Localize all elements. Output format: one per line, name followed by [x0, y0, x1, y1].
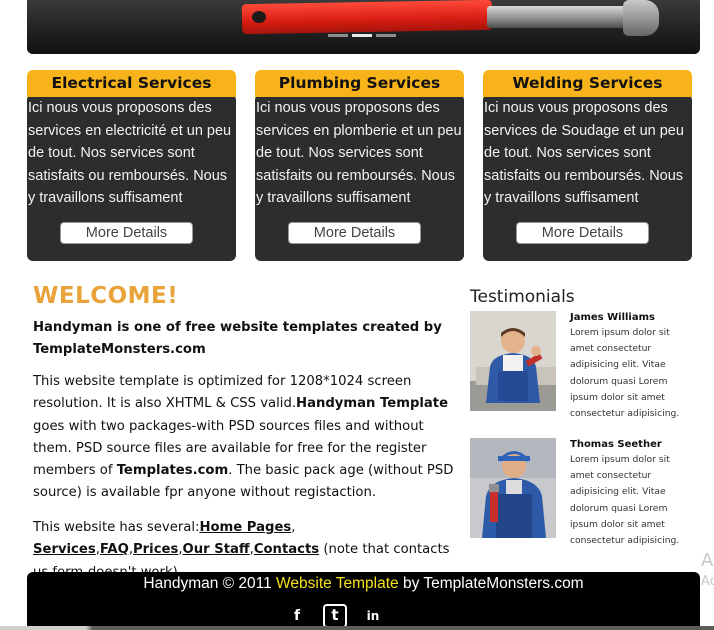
more-details-button[interactable]: More Details — [60, 222, 193, 244]
slider-dot-3[interactable] — [376, 34, 396, 37]
service-title: Plumbing Services — [255, 70, 464, 97]
offscreen-text: A — [701, 550, 714, 571]
service-description: Ici nous vous proposons des services en … — [256, 100, 462, 206]
welcome-heading: WELCOME! — [33, 283, 179, 309]
welcome-intro: Handyman is one of free website template… — [33, 320, 442, 358]
service-card-electrical: Ici nous vous proposons des services en … — [27, 70, 236, 261]
wrench-hole — [252, 11, 266, 23]
social-links: f t in — [285, 604, 385, 628]
wrench-shaft — [487, 6, 637, 28]
link-our-staff[interactable]: Our Staff — [183, 542, 250, 557]
bottom-edge — [0, 626, 714, 630]
offscreen-text: Ac — [701, 574, 714, 589]
service-card-welding: Ici nous vous proposons des services de … — [483, 70, 692, 261]
more-details-button[interactable]: More Details — [288, 222, 421, 244]
testimonial-author: Thomas Seether — [570, 439, 662, 450]
link-contacts[interactable]: Contacts — [254, 542, 319, 557]
welcome-description: This website template is optimized for 1… — [33, 371, 465, 505]
hero-slider — [27, 0, 700, 54]
service-title: Electrical Services — [27, 70, 236, 97]
service-card-body: Ici nous vous proposons des services en … — [27, 94, 236, 261]
slider-pagination — [328, 34, 396, 37]
twitter-icon[interactable]: t — [323, 604, 347, 628]
link-services[interactable]: Services — [33, 542, 96, 557]
service-title: Welding Services — [483, 70, 692, 97]
testimonial-text: Lorem ipsum dolor sit amet consectetur a… — [570, 454, 680, 547]
avatar — [470, 438, 556, 538]
service-card-plumbing: Ici nous vous proposons des services en … — [255, 70, 464, 261]
service-description: Ici nous vous proposons des services de … — [484, 100, 684, 206]
footer: Handyman © 2011 Website Template by Temp… — [27, 572, 700, 630]
pages-intro: This website has several: — [33, 520, 200, 535]
footer-suffix: by TemplateMonsters.com — [398, 575, 584, 592]
slider-dot-2[interactable] — [352, 34, 372, 37]
footer-prefix: Handyman © 2011 — [143, 575, 277, 592]
wrench-image — [241, 0, 493, 35]
website-template-link[interactable]: Website Template — [276, 575, 399, 592]
service-card-body: Ici nous vous proposons des services en … — [255, 94, 464, 261]
footer-copyright: Handyman © 2011 Website Template by Temp… — [27, 575, 700, 593]
testimonials-heading: Testimonials — [470, 287, 575, 307]
service-card-body: Ici nous vous proposons des services de … — [483, 94, 692, 261]
link-faq[interactable]: FAQ — [100, 542, 129, 557]
testimonial-author: James Williams — [570, 312, 655, 323]
linkedin-icon[interactable]: in — [361, 604, 385, 628]
template-name: Handyman Template — [296, 396, 449, 412]
link-prices[interactable]: Prices — [133, 542, 178, 557]
slider-dot-1[interactable] — [328, 34, 348, 37]
more-details-button[interactable]: More Details — [516, 222, 649, 244]
avatar — [470, 311, 556, 411]
service-description: Ici nous vous proposons des services en … — [28, 100, 232, 206]
templates-site: Templates.com — [116, 463, 229, 479]
testimonial-text: Lorem ipsum dolor sit amet consectetur a… — [570, 327, 680, 420]
facebook-icon[interactable]: f — [285, 604, 309, 628]
link-home-pages[interactable]: Home Pages — [199, 520, 291, 535]
wrench-jaw — [623, 0, 659, 36]
